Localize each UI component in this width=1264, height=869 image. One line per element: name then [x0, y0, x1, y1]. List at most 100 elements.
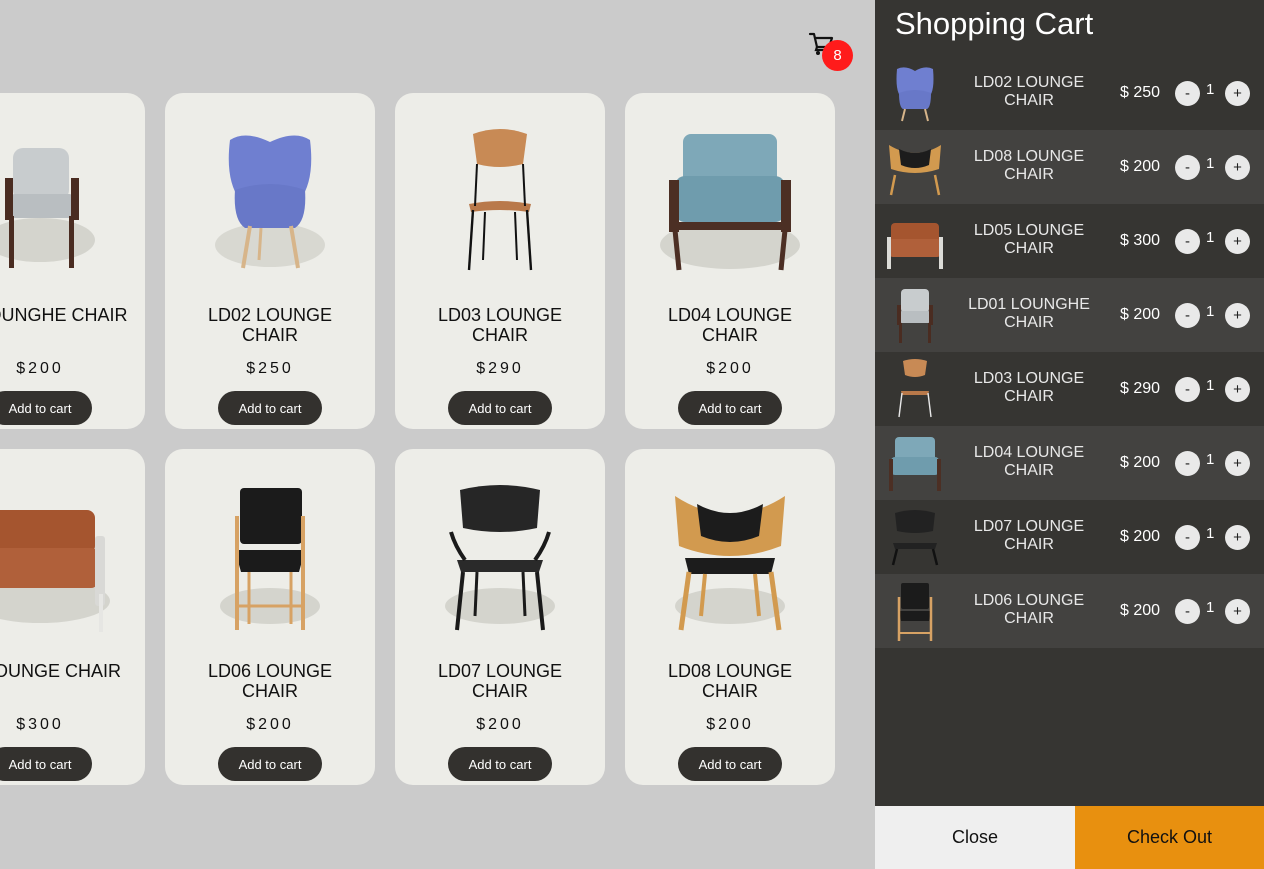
product-image-ld06: [175, 471, 365, 641]
product-card: LD02 LOUNGE CHAIR $250 Add to cart: [165, 93, 375, 429]
product-image-ld03: [405, 115, 595, 285]
cart-item-thumbnail: [887, 223, 943, 269]
product-image-ld08: [635, 471, 825, 641]
product-name: 01 LOUNGHE CHAIR: [0, 305, 128, 325]
checkout-button[interactable]: Check Out: [1075, 806, 1264, 869]
product-card: LD06 LOUNGE CHAIR $200 Add to cart: [165, 449, 375, 785]
cart-item-thumbnail: [891, 510, 939, 566]
product-card: 01 LOUNGHE CHAIR $200 Add to cart: [0, 93, 145, 429]
product-card: LD03 LOUNGE CHAIR $290 Add to cart: [395, 93, 605, 429]
product-grid: 01 LOUNGHE CHAIR $200 Add to cart LD02 L…: [0, 93, 835, 785]
decrease-qty-button[interactable]: -: [1175, 229, 1200, 254]
product-image-ld01: [0, 115, 135, 285]
cart-item-name: LD06 LOUNGE CHAIR: [973, 592, 1085, 627]
cart-item-thumbnail: [897, 289, 933, 343]
product-name: LD02 LOUNGE CHAIR: [207, 305, 333, 345]
product-name: LD07 LOUNGE CHAIR: [437, 661, 563, 701]
add-to-cart-button[interactable]: Add to cart: [218, 747, 322, 781]
cart-item: LD03 LOUNGE CHAIR $ 290 - 1 +: [875, 352, 1264, 426]
decrease-qty-button[interactable]: -: [1175, 377, 1200, 402]
decrease-qty-button[interactable]: -: [1175, 451, 1200, 476]
increase-qty-button[interactable]: +: [1225, 81, 1250, 106]
cart-item-thumbnail: [889, 145, 941, 196]
cart-item-qty: 1: [1206, 377, 1215, 394]
product-price: $250: [246, 360, 294, 377]
cart-item: LD02 LOUNGE CHAIR $ 250 - 1 +: [875, 56, 1264, 130]
add-to-cart-button[interactable]: Add to cart: [0, 391, 92, 425]
cart-item-thumbnail: [896, 67, 934, 122]
shopping-cart-panel: Shopping Cart LD02 LOUNGE CHAIR $ 250 - …: [875, 0, 1264, 869]
product-card: LD04 LOUNGE CHAIR $200 Add to cart: [625, 93, 835, 429]
cart-item-thumbnail: [897, 583, 933, 641]
add-to-cart-button[interactable]: Add to cart: [218, 391, 322, 425]
product-price: $300: [16, 716, 64, 733]
cart-item-price: $ 250: [1120, 84, 1161, 101]
cart-item-qty: 1: [1206, 155, 1215, 172]
cart-count-badge: 8: [822, 40, 853, 71]
cart-item-qty: 1: [1206, 599, 1215, 616]
cart-item-qty: 1: [1206, 525, 1215, 542]
product-image-ld02: [175, 115, 365, 285]
product-name: LD03 LOUNGE CHAIR: [437, 305, 563, 345]
add-to-cart-button[interactable]: Add to cart: [448, 747, 552, 781]
cart-item: LD07 LOUNGE CHAIR $ 200 - 1 +: [875, 500, 1264, 574]
decrease-qty-button[interactable]: -: [1175, 155, 1200, 180]
product-name: LD06 LOUNGE CHAIR: [207, 661, 333, 701]
cart-item-name: LD01 LOUNGHE CHAIR: [968, 296, 1090, 331]
product-name: LD08 LOUNGE CHAIR: [667, 661, 793, 701]
decrease-qty-button[interactable]: -: [1175, 599, 1200, 624]
product-card: LD08 LOUNGE CHAIR $200 Add to cart: [625, 449, 835, 785]
increase-qty-button[interactable]: +: [1225, 155, 1250, 180]
cart-item-price: $ 300: [1120, 232, 1161, 249]
product-name: LD04 LOUNGE CHAIR: [667, 305, 793, 345]
decrease-qty-button[interactable]: -: [1175, 525, 1200, 550]
cart-item-qty: 1: [1206, 303, 1215, 320]
cart-item-thumbnail: [898, 359, 932, 418]
product-name: 05 LOUNGE CHAIR: [0, 661, 122, 681]
product-price: $200: [246, 716, 294, 733]
add-to-cart-button[interactable]: Add to cart: [678, 747, 782, 781]
increase-qty-button[interactable]: +: [1225, 303, 1250, 328]
cart-item-price: $ 290: [1120, 380, 1161, 397]
cart-item-thumbnail: [889, 437, 941, 491]
increase-qty-button[interactable]: +: [1225, 229, 1250, 254]
cart-item-price: $ 200: [1120, 158, 1161, 175]
cart-item-qty: 1: [1206, 81, 1215, 98]
product-price: $290: [476, 360, 524, 377]
increase-qty-button[interactable]: +: [1225, 377, 1250, 402]
add-to-cart-button[interactable]: Add to cart: [0, 747, 92, 781]
product-card: 05 LOUNGE CHAIR $300 Add to cart: [0, 449, 145, 785]
cart-item-list: LD02 LOUNGE CHAIR $ 250 - 1 + LD08 LOUNG…: [875, 56, 1264, 648]
cart-item: LD08 LOUNGE CHAIR $ 200 - 1 +: [875, 130, 1264, 204]
cart-item: LD05 LOUNGE CHAIR $ 300 - 1 +: [875, 204, 1264, 278]
product-price: $200: [706, 716, 754, 733]
cart-item-qty: 1: [1206, 229, 1215, 246]
cart-item-name: LD05 LOUNGE CHAIR: [973, 222, 1085, 257]
decrease-qty-button[interactable]: -: [1175, 81, 1200, 106]
product-price: $200: [706, 360, 754, 377]
cart-item-price: $ 200: [1120, 306, 1161, 323]
increase-qty-button[interactable]: +: [1225, 599, 1250, 624]
cart-item-name: LD02 LOUNGE CHAIR: [973, 74, 1085, 109]
add-to-cart-button[interactable]: Add to cart: [448, 391, 552, 425]
product-image-ld04: [635, 115, 825, 285]
cart-item-name: LD08 LOUNGE CHAIR: [973, 148, 1085, 183]
cart-item-price: $ 200: [1120, 602, 1161, 619]
cart-item-price: $ 200: [1120, 528, 1161, 545]
cart-item-qty: 1: [1206, 451, 1215, 468]
cart-item: LD06 LOUNGE CHAIR $ 200 - 1 +: [875, 574, 1264, 648]
cart-item-name: LD04 LOUNGE CHAIR: [973, 444, 1085, 479]
cart-title: Shopping Cart: [895, 6, 1094, 41]
increase-qty-button[interactable]: +: [1225, 525, 1250, 550]
cart-item-price: $ 200: [1120, 454, 1161, 471]
close-cart-button[interactable]: Close: [875, 806, 1075, 869]
cart-item: LD04 LOUNGE CHAIR $ 200 - 1 +: [875, 426, 1264, 500]
product-price: $200: [476, 716, 524, 733]
cart-item-name: LD03 LOUNGE CHAIR: [973, 370, 1085, 405]
decrease-qty-button[interactable]: -: [1175, 303, 1200, 328]
add-to-cart-button[interactable]: Add to cart: [678, 391, 782, 425]
product-image-ld07: [405, 471, 595, 641]
product-image-ld05: [0, 471, 135, 641]
increase-qty-button[interactable]: +: [1225, 451, 1250, 476]
cart-item-name: LD07 LOUNGE CHAIR: [973, 518, 1085, 553]
